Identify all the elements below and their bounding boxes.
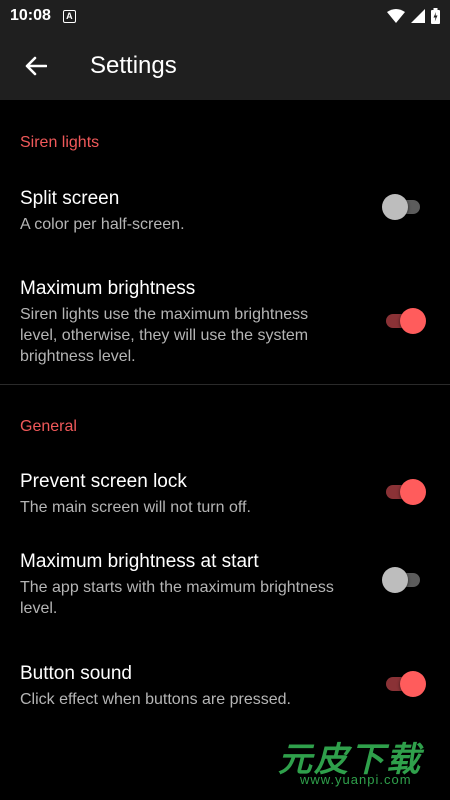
pref-summary: Click effect when buttons are pressed. bbox=[20, 691, 291, 708]
pref-maximum-brightness-at-start[interactable]: Maximum brightness at start The app star… bbox=[0, 549, 450, 661]
pref-prevent-screen-lock[interactable]: Prevent screen lock The main screen will… bbox=[0, 469, 450, 549]
settings-screen: 10:08 A Settings Siren lights Split scre… bbox=[0, 0, 450, 800]
signal-icon bbox=[411, 9, 425, 23]
maximum-brightness-at-start-toggle[interactable] bbox=[382, 567, 426, 593]
pref-summary: The app starts with the maximum brightne… bbox=[20, 579, 334, 617]
back-button[interactable] bbox=[16, 46, 56, 86]
pref-summary: A color per half-screen. bbox=[20, 216, 185, 233]
pref-summary: Siren lights use the maximum brightness … bbox=[20, 306, 309, 365]
pref-title: Prevent screen lock bbox=[20, 471, 187, 492]
page-title: Settings bbox=[90, 52, 177, 79]
status-icons bbox=[387, 8, 440, 24]
prevent-screen-lock-toggle[interactable] bbox=[382, 479, 426, 505]
app-bar: Settings bbox=[0, 32, 450, 100]
watermark-url: www.yuanpi.com bbox=[300, 772, 412, 787]
toggle-thumb bbox=[382, 194, 408, 220]
pref-title: Maximum brightness bbox=[20, 278, 196, 299]
section-header-general: General bbox=[20, 418, 77, 435]
arrow-left-icon bbox=[25, 56, 47, 76]
toggle-thumb bbox=[400, 671, 426, 697]
pref-title: Maximum brightness at start bbox=[20, 551, 259, 572]
split-screen-toggle[interactable] bbox=[382, 194, 426, 220]
button-sound-toggle[interactable] bbox=[382, 671, 426, 697]
section-header-siren-lights: Siren lights bbox=[20, 134, 100, 151]
status-bar: 10:08 A bbox=[0, 0, 450, 32]
wifi-icon bbox=[387, 9, 405, 23]
notification-icon: A bbox=[62, 9, 76, 23]
toggle-thumb bbox=[400, 308, 426, 334]
watermark: 元皮下载 www.yuanpi.com bbox=[270, 728, 440, 794]
pref-summary: The main screen will not turn off. bbox=[20, 499, 251, 516]
pref-split-screen[interactable]: Split screen A color per half-screen. bbox=[0, 186, 450, 270]
battery-icon bbox=[431, 8, 440, 24]
toggle-thumb bbox=[400, 479, 426, 505]
settings-list: Siren lights Split screen A color per ha… bbox=[0, 100, 450, 741]
pref-title: Split screen bbox=[20, 188, 120, 209]
maximum-brightness-toggle[interactable] bbox=[382, 308, 426, 334]
pref-maximum-brightness[interactable]: Maximum brightness Siren lights use the … bbox=[0, 270, 450, 384]
toggle-thumb bbox=[382, 567, 408, 593]
status-time: 10:08 bbox=[10, 7, 51, 24]
pref-title: Button sound bbox=[20, 663, 132, 684]
